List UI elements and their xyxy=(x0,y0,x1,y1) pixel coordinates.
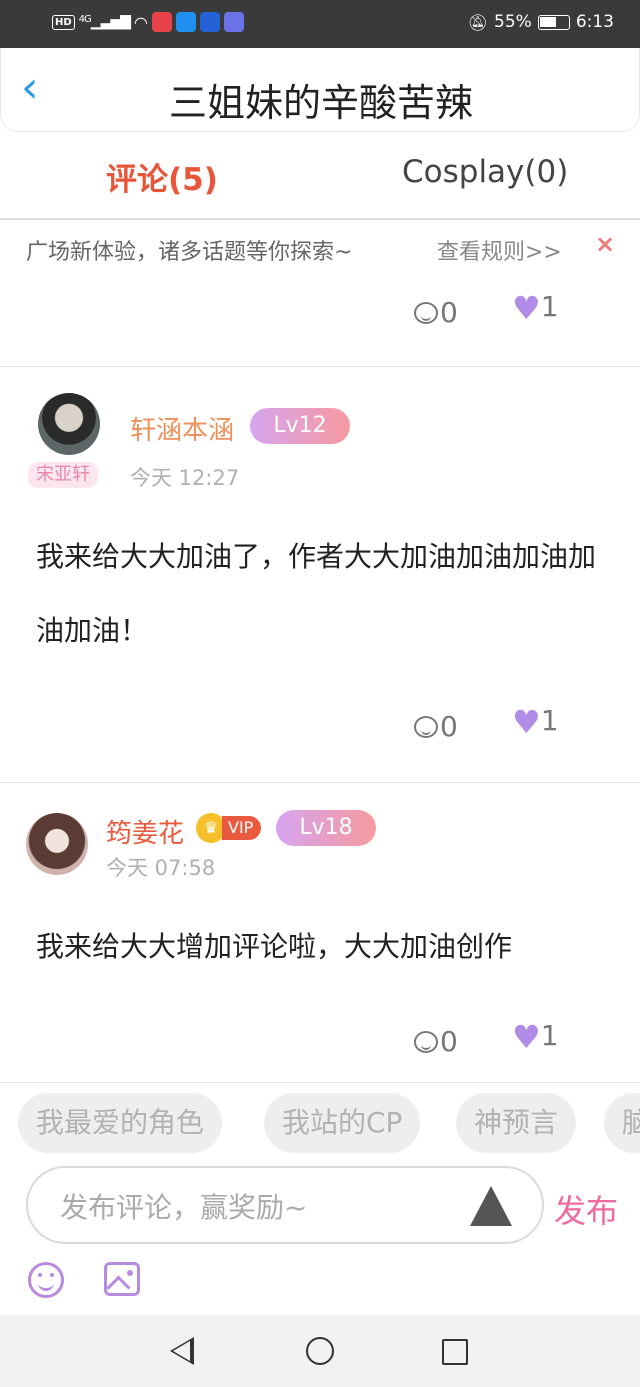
vip-badge: ♛ VIP xyxy=(196,813,262,843)
like-count: 1 xyxy=(540,704,559,737)
music-app-icon xyxy=(223,12,244,32)
comment-input-placeholder: 发布评论，赢奖励~ xyxy=(60,1191,308,1224)
reply-count: 0 xyxy=(440,1025,458,1058)
publish-button[interactable]: 发布 xyxy=(554,1186,618,1232)
page-title: 三姐妹的辛酸苦辣 xyxy=(168,81,473,125)
notice-text: 广场新体验，诸多话题等你探索~ xyxy=(26,240,353,265)
notice-banner: 广场新体验，诸多话题等你探索~ 查看规则>> × xyxy=(0,222,640,272)
like-button[interactable]: ♥ 1 xyxy=(512,703,559,741)
nav-back-icon[interactable] xyxy=(170,1337,194,1365)
divider xyxy=(0,1082,640,1083)
divider xyxy=(0,782,640,783)
tab-comments[interactable]: 评论(5) xyxy=(106,154,218,199)
like-count: 1 xyxy=(540,290,559,323)
status-right: 🔕︎ 55% 6:13 xyxy=(468,12,614,32)
heart-icon: ♥ xyxy=(512,1018,541,1056)
status-left: HD 4G▁▃▅▇ ◠ xyxy=(52,12,244,32)
mute-icon: 🔕︎ xyxy=(467,12,489,32)
like-count: 1 xyxy=(540,1019,559,1052)
level-badge: Lv18 xyxy=(276,810,376,846)
topic-chip[interactable]: 脑 xyxy=(604,1093,640,1153)
comment-bubble-icon xyxy=(414,301,438,324)
comment-input[interactable]: 发布评论，赢奖励~ xyxy=(26,1166,544,1244)
reply-count: 0 xyxy=(440,710,458,743)
battery-icon xyxy=(537,14,570,30)
status-bar: HD 4G▁▃▅▇ ◠ 🔕︎ 55% 6:13 xyxy=(0,0,640,48)
emoji-icon[interactable] xyxy=(28,1262,64,1298)
comment-bubble-icon xyxy=(414,1030,438,1053)
bulb-app-icon xyxy=(199,12,220,32)
avatar[interactable] xyxy=(26,813,88,875)
heart-icon: ♥ xyxy=(512,289,541,327)
level-badge: Lv12 xyxy=(250,408,350,444)
triangle-icon[interactable] xyxy=(470,1186,512,1226)
battery-percent: 55% xyxy=(494,12,532,32)
signal-icon: 4G▁▃▅▇ xyxy=(78,14,131,30)
clock: 6:13 xyxy=(575,12,614,32)
search-app-icon xyxy=(175,12,196,32)
wifi-icon: ◠ xyxy=(133,12,148,32)
hd-indicator: HD xyxy=(52,14,75,30)
nav-home-icon[interactable] xyxy=(306,1337,334,1365)
reply-button[interactable]: 0 xyxy=(414,1025,458,1058)
divider xyxy=(0,366,640,367)
topic-chips: 我最爱的角色 我站的CP 神预言 脑 xyxy=(0,1093,640,1153)
reply-button[interactable]: 0 xyxy=(414,296,458,329)
avatar[interactable] xyxy=(38,393,100,455)
tab-bar: 评论(5) Cosplay(0) xyxy=(0,132,640,220)
comment-actions: 0 ♥ 1 xyxy=(0,704,640,750)
reply-count: 0 xyxy=(440,296,458,329)
reply-button[interactable]: 0 xyxy=(414,710,458,743)
comment-text: 我来给大大加油了，作者大大加油加油加油加油加油！ xyxy=(36,540,597,647)
fan-tag: 宋亚轩 xyxy=(28,462,98,488)
topic-chip[interactable]: 我站的CP xyxy=(264,1093,421,1153)
tab-cosplay[interactable]: Cosplay(0) xyxy=(402,154,568,190)
comment-username[interactable]: 筠姜花 xyxy=(106,813,184,850)
comment-bubble-icon xyxy=(414,715,438,738)
header: ‹ 三姐妹的辛酸苦辣 xyxy=(0,48,640,132)
comment-text: 我来给大大增加评论啦，大大加油创作 xyxy=(36,930,513,963)
system-nav-bar xyxy=(0,1315,640,1387)
post-actions: 0 ♥ 1 xyxy=(0,290,640,336)
nav-recent-icon[interactable] xyxy=(442,1339,468,1365)
comment-time: 今天 07:58 xyxy=(106,856,216,880)
topic-chip[interactable]: 我最爱的角色 xyxy=(18,1093,223,1153)
heart-icon: ♥ xyxy=(512,703,541,741)
like-button[interactable]: ♥ 1 xyxy=(512,289,559,327)
topic-chip[interactable]: 神预言 xyxy=(456,1093,577,1153)
comment-time: 今天 12:27 xyxy=(130,466,240,490)
view-rules-link[interactable]: 查看规则>> xyxy=(437,234,562,266)
close-icon[interactable]: × xyxy=(595,230,615,258)
image-icon[interactable] xyxy=(104,1262,140,1296)
vip-label: VIP xyxy=(222,816,262,840)
comment-actions: 0 ♥ 1 xyxy=(0,1019,640,1065)
like-button[interactable]: ♥ 1 xyxy=(512,1018,559,1056)
app-notification-icon xyxy=(151,12,172,32)
comment-username[interactable]: 轩涵本涵 xyxy=(130,410,234,447)
